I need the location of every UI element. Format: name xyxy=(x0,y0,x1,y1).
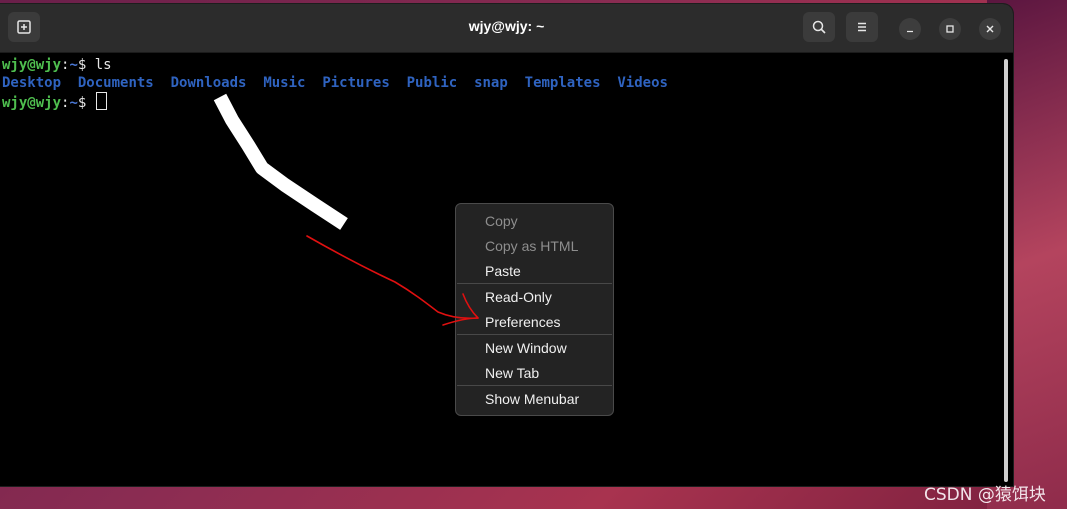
directory-entry: Downloads xyxy=(170,75,247,91)
menu-separator xyxy=(457,385,612,386)
prompt-path: ~ xyxy=(69,95,78,111)
text-cursor xyxy=(95,92,107,110)
directory-entry: Templates xyxy=(524,75,601,91)
directory-entry: Videos xyxy=(617,75,668,91)
scrollbar[interactable] xyxy=(1004,59,1008,482)
minimize-button[interactable] xyxy=(899,18,921,40)
directory-entry: snap xyxy=(474,75,508,91)
directory-entry: Music xyxy=(263,75,306,91)
menu-item-read-only[interactable]: Read-Only xyxy=(485,287,552,307)
main-menu-button[interactable] xyxy=(846,12,878,42)
menu-item-copy[interactable]: Copy xyxy=(485,211,518,231)
prompt-user: wjy@wjy xyxy=(2,95,62,111)
maximize-button[interactable] xyxy=(939,18,961,40)
directory-entry: Public xyxy=(406,75,458,91)
directory-entry: Pictures xyxy=(322,75,390,91)
prompt-symbol: $ xyxy=(77,95,95,111)
menu-item-preferences[interactable]: Preferences xyxy=(485,312,560,332)
menu-item-new-tab[interactable]: New Tab xyxy=(485,363,539,383)
menu-item-new-window[interactable]: New Window xyxy=(485,338,567,358)
watermark: CSDN @猿饵块 xyxy=(924,485,1046,505)
command-text: ls xyxy=(94,57,112,73)
menu-separator xyxy=(457,334,612,335)
menu-separator xyxy=(457,283,612,284)
close-icon xyxy=(986,25,994,33)
search-icon xyxy=(812,20,826,34)
prompt-user: wjy@wjy xyxy=(2,57,62,73)
menu-item-paste[interactable]: Paste xyxy=(485,261,521,281)
hamburger-menu-icon xyxy=(858,22,866,32)
search-button[interactable] xyxy=(803,12,835,42)
close-button[interactable] xyxy=(979,18,1001,40)
maximize-icon xyxy=(946,25,954,33)
title-bar[interactable]: wjy@wjy: ~ xyxy=(0,4,1013,53)
prompt-symbol: $ xyxy=(77,57,95,73)
command-line: wjy@wjy:~$ ls xyxy=(2,56,112,74)
directory-entry: Documents xyxy=(77,75,154,91)
prompt-path: ~ xyxy=(69,57,78,73)
ls-output-line: Desktop Documents Downloads Music Pictur… xyxy=(2,74,668,92)
directory-entry: Desktop xyxy=(2,75,62,91)
minimize-icon xyxy=(907,30,913,33)
menu-item-copy-as-html[interactable]: Copy as HTML xyxy=(485,236,578,256)
context-menu: Copy Copy as HTML Paste Read-Only Prefer… xyxy=(455,203,614,416)
prompt-line: wjy@wjy:~$ xyxy=(2,92,107,111)
menu-item-show-menubar[interactable]: Show Menubar xyxy=(485,389,579,409)
